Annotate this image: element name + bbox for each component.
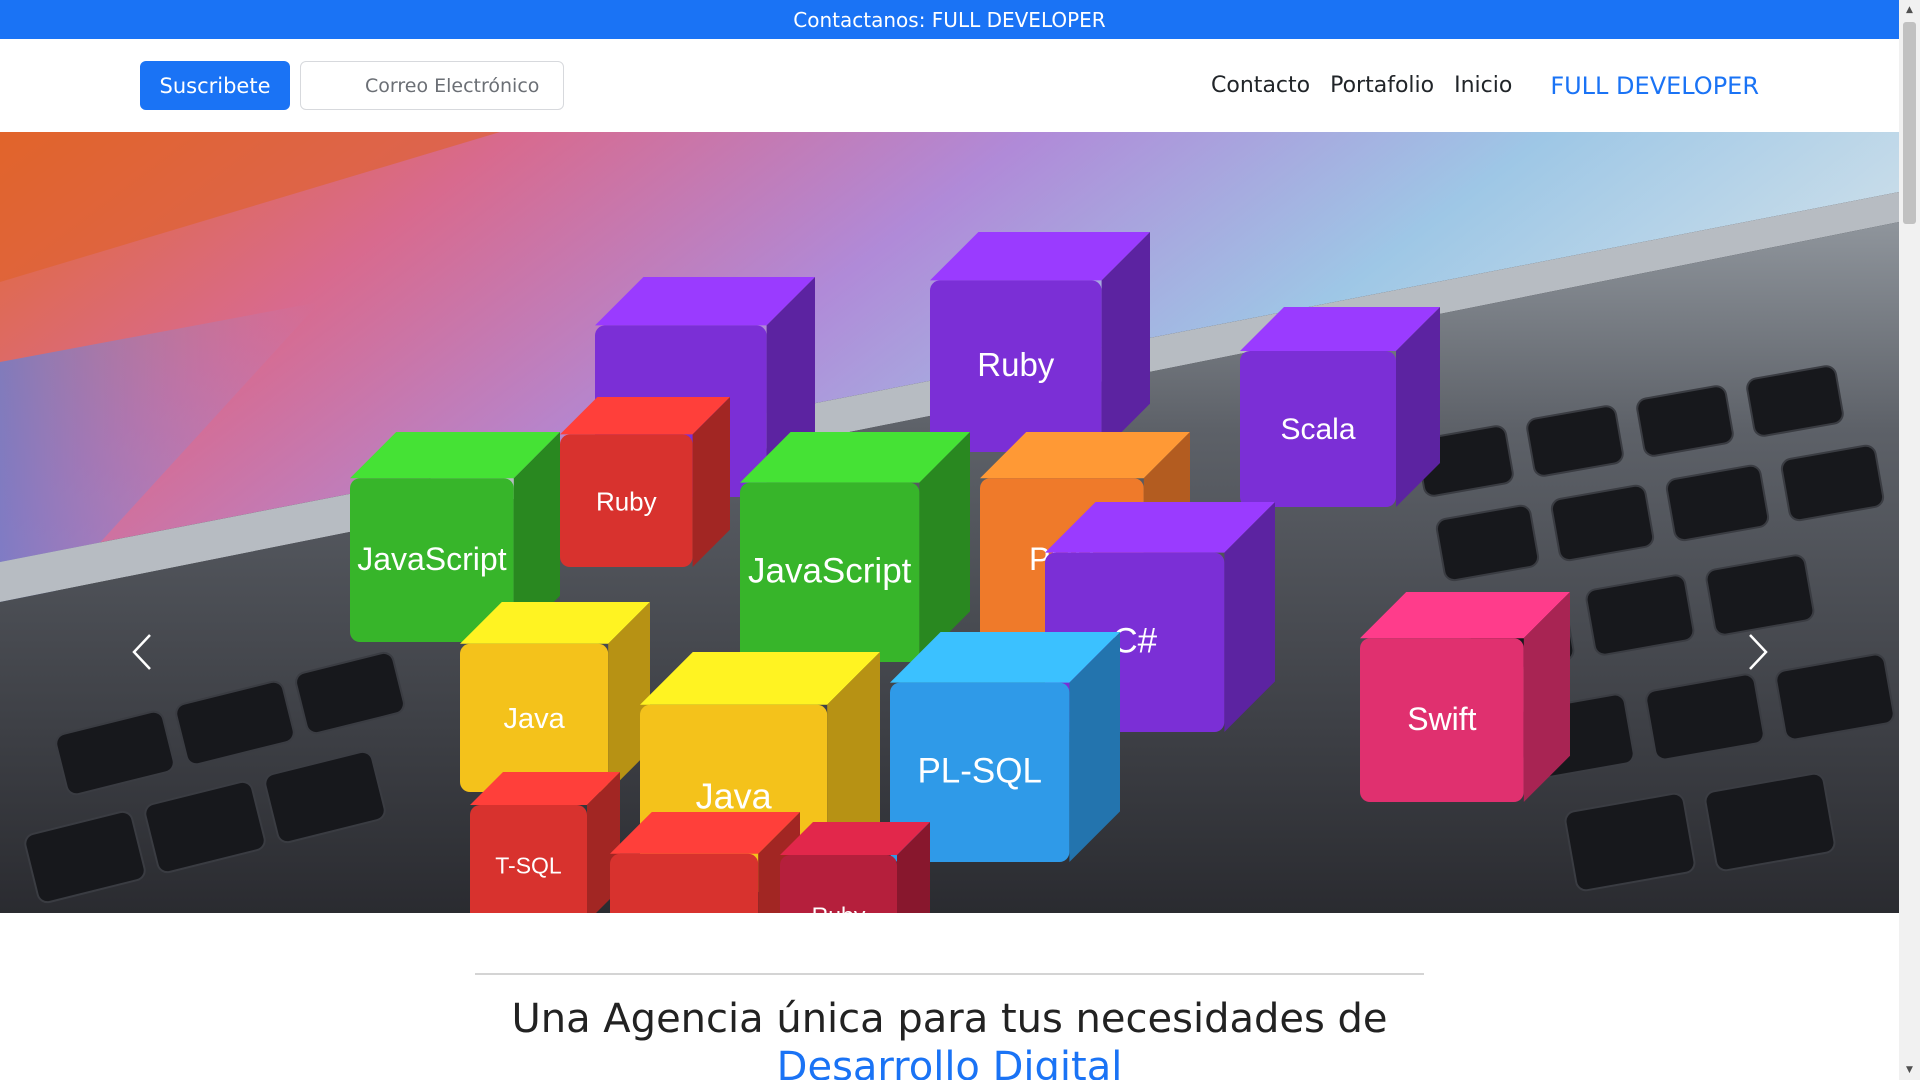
cube-label: Ruby — [977, 346, 1055, 383]
scroll-thumb[interactable] — [1903, 22, 1916, 224]
cube-label: Scala — [1280, 413, 1355, 446]
cube-label: Ruby — [812, 903, 866, 914]
cube-label: T-SQL — [495, 853, 562, 879]
language-cube: JavaScript — [740, 432, 970, 662]
chevron-left-icon — [132, 634, 151, 670]
page-scrollbar[interactable]: ▲ ▼ — [1899, 0, 1920, 1080]
contact-prefix: Contactanos: — [793, 7, 926, 32]
email-field[interactable] — [300, 61, 564, 110]
language-cube: Swift — [1360, 592, 1570, 802]
carousel-prev-button[interactable] — [112, 622, 172, 682]
cube-label: JavaScript — [748, 551, 912, 590]
brand-link[interactable]: FULL DEVELOPER — [1550, 72, 1759, 100]
page-headline: Una Agencia única para tus necesidades d… — [0, 995, 1899, 1080]
page: Contactanos: FULL DEVELOPER Suscribete C… — [0, 0, 1899, 1080]
nav-links: Contacto Portafolio Inicio FULL DEVELOPE… — [1191, 61, 1759, 110]
headline-accent: Desarrollo Digital — [776, 1044, 1123, 1080]
carousel-next-button[interactable] — [1728, 622, 1788, 682]
subscribe-button[interactable]: Suscribete — [140, 61, 290, 110]
cube-label: Java — [696, 775, 773, 816]
hero-carousel[interactable]: JavaScriptC#RubyScalaRubyJavaScriptPHPC#… — [0, 132, 1899, 913]
language-cube: Python — [610, 812, 800, 913]
nav-link-portafolio[interactable]: Portafolio — [1330, 73, 1434, 98]
hero-image: JavaScriptC#RubyScalaRubyJavaScriptPHPC#… — [0, 132, 1899, 913]
cube-label: Ruby — [596, 487, 657, 517]
chevron-right-icon — [1749, 634, 1768, 670]
cube-label: Java — [503, 703, 565, 735]
section-divider — [475, 973, 1424, 975]
scroll-up-icon[interactable]: ▲ — [1899, 0, 1920, 20]
contact-name[interactable]: FULL DEVELOPER — [932, 8, 1106, 32]
contact-banner: Contactanos: FULL DEVELOPER — [0, 0, 1899, 39]
cube-label: JavaScript — [357, 541, 507, 577]
language-cube: Ruby — [560, 397, 730, 567]
language-cube: T-SQL — [470, 772, 620, 913]
navbar: Suscribete Contacto Portafolio Inicio FU… — [0, 39, 1899, 132]
nav-link-contacto[interactable]: Contacto — [1211, 73, 1310, 98]
nav-link-inicio[interactable]: Inicio — [1454, 73, 1512, 98]
cube-label: PL-SQL — [917, 751, 1042, 790]
headline-text: Una Agencia única para tus necesidades d… — [511, 996, 1388, 1042]
cube-label: Swift — [1407, 701, 1476, 737]
language-cube: Java — [460, 602, 650, 792]
scroll-down-icon[interactable]: ▼ — [1899, 1060, 1920, 1080]
language-cube: Ruby — [780, 822, 930, 913]
language-cube: Ruby — [930, 232, 1150, 452]
language-cube: Scala — [1240, 307, 1440, 507]
